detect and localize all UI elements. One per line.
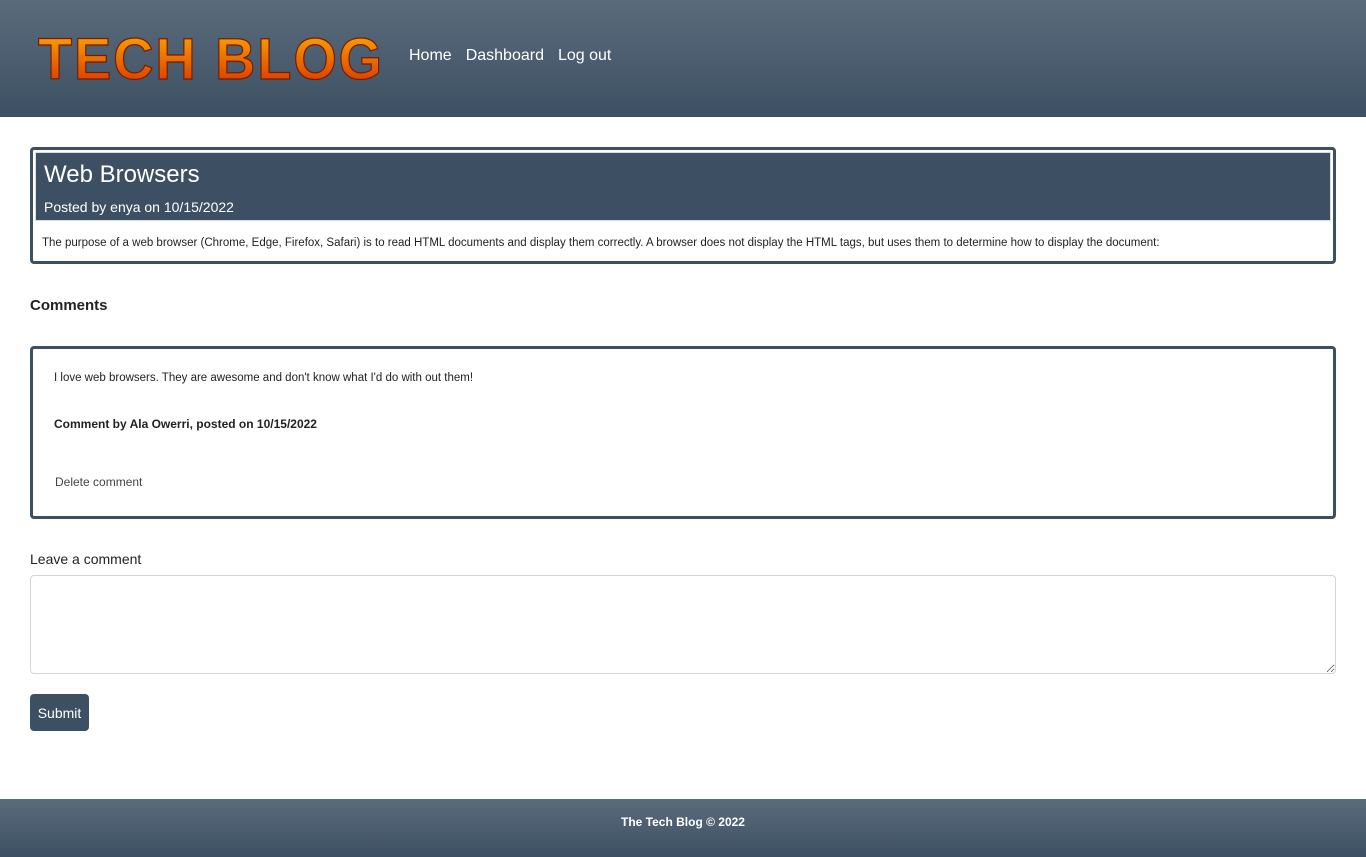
- logo-text: TECH BLOG: [38, 27, 384, 88]
- post-body: The purpose of a web browser (Chrome, Ed…: [42, 237, 1160, 249]
- main-nav: Home Dashboard Log out: [409, 47, 611, 65]
- site-footer: The Tech Blog © 2022: [0, 799, 1366, 857]
- delete-comment-button[interactable]: Delete comment: [55, 475, 142, 489]
- comment-meta: Comment by Ala Owerri, posted on 10/15/2…: [54, 417, 317, 431]
- nav-dashboard[interactable]: Dashboard: [466, 47, 544, 65]
- post-title: Web Browsers: [44, 161, 200, 188]
- post-header: Web Browsers Posted by enya on 10/15/202…: [35, 152, 1331, 221]
- post-card: Web Browsers Posted by enya on 10/15/202…: [30, 147, 1336, 264]
- site-logo[interactable]: TECH BLOG: [38, 26, 388, 88]
- nav-home[interactable]: Home: [409, 47, 452, 65]
- comment-input[interactable]: [30, 575, 1336, 674]
- comment-form-label: Leave a comment: [30, 551, 142, 567]
- footer-text: The Tech Blog © 2022: [621, 815, 745, 829]
- comments-heading: Comments: [30, 297, 108, 314]
- nav-logout[interactable]: Log out: [558, 47, 611, 65]
- post-meta: Posted by enya on 10/15/2022: [44, 199, 234, 215]
- submit-button[interactable]: Submit: [30, 694, 89, 731]
- site-header: TECH BLOG Home Dashboard Log out: [0, 0, 1366, 117]
- comment-text: I love web browsers. They are awesome an…: [54, 372, 474, 384]
- comment-card: I love web browsers. They are awesome an…: [30, 346, 1336, 519]
